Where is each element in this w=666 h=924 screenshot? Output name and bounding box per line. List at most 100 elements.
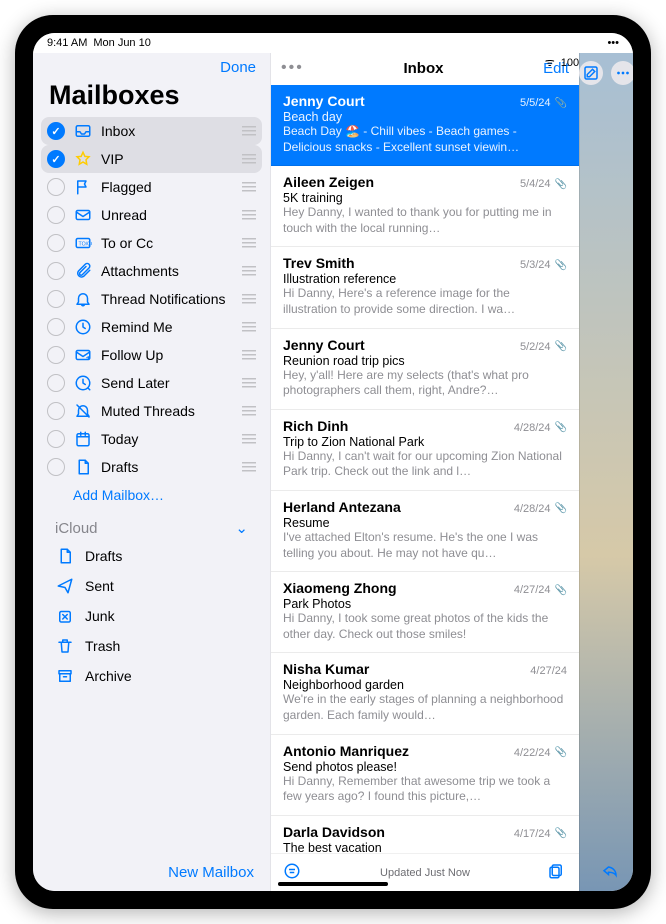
checkbox[interactable] [47,178,65,196]
reorder-handle[interactable] [242,378,256,388]
account-folder-trash[interactable]: Trash [41,631,262,661]
account-folder-drafts[interactable]: Drafts [41,541,262,571]
folder-label: Drafts [85,548,122,564]
account-name[interactable]: iCloud [55,520,98,537]
reply-button[interactable] [601,861,619,884]
message-date: 4/28/24 [514,503,551,515]
mailbox-row-to-or-cc[interactable]: TO/CC To or Cc [41,229,262,257]
envelope-icon [73,206,93,224]
tocc-icon: TO/CC [73,234,93,252]
message-preview: Beach Day 🏖️ - Chill vibes - Beach games… [283,124,567,155]
message-row[interactable]: Xiaomeng Zhong 4/27/24 📎 Park Photos Hi … [271,572,579,653]
message-preview: Hi Danny, I took some great photos of th… [283,611,567,642]
message-sender: Nisha Kumar [283,661,369,677]
message-preview: I've attached Elton's resume. He's the o… [283,530,567,561]
paperclip-icon: 📎 [555,341,567,352]
message-subject: Send photos please! [283,760,567,774]
home-indicator[interactable] [278,882,388,886]
message-preview: Hi Danny, Here's a reference image for t… [283,286,567,317]
multitask-dots-icon[interactable]: ••• [607,37,619,49]
reorder-handle[interactable] [242,350,256,360]
checkbox[interactable] [47,346,65,364]
reorder-handle[interactable] [242,406,256,416]
clock-icon [73,318,93,336]
mailbox-row-vip[interactable]: VIP [41,145,262,173]
reorder-handle[interactable] [242,434,256,444]
wifi-icon: ᯤ [545,55,555,70]
message-sender: Rich Dinh [283,418,348,434]
checkbox[interactable] [47,206,65,224]
mailbox-row-thread-notifications[interactable]: Thread Notifications [41,285,262,313]
checkbox[interactable] [47,234,65,252]
mailbox-label: Thread Notifications [101,291,234,307]
reorder-handle[interactable] [242,294,256,304]
mailbox-row-send-later[interactable]: Send Later [41,369,262,397]
message-row[interactable]: Jenny Court 5/5/24 📎 Beach day Beach Day… [271,85,579,166]
mailbox-row-inbox[interactable]: Inbox [41,117,262,145]
filter-icon[interactable] [283,862,303,883]
reorder-handle[interactable] [242,126,256,136]
clock-arrow-icon [73,374,93,392]
mailbox-row-flagged[interactable]: Flagged [41,173,262,201]
checkbox[interactable] [47,318,65,336]
message-sender: Jenny Court [283,93,365,109]
mute-icon [73,402,93,420]
checkbox[interactable] [47,122,65,140]
message-row[interactable]: Antonio Manriquez 4/22/24 📎 Send photos … [271,735,579,816]
checkbox[interactable] [47,430,65,448]
paperclip-icon: 📎 [555,747,567,758]
mailbox-label: To or Cc [101,235,234,251]
reorder-handle[interactable] [242,322,256,332]
mailbox-row-muted-threads[interactable]: Muted Threads [41,397,262,425]
mailbox-row-remind-me[interactable]: Remind Me [41,313,262,341]
mailbox-label: Drafts [101,459,234,475]
reorder-handle[interactable] [242,182,256,192]
reorder-handle[interactable] [242,210,256,220]
checkbox[interactable] [47,374,65,392]
reorder-handle[interactable] [242,154,256,164]
checkbox[interactable] [47,262,65,280]
message-row[interactable]: Nisha Kumar 4/27/24 Neighborhood garden … [271,653,579,734]
message-row[interactable]: Trev Smith 5/3/24 📎 Illustration referen… [271,247,579,328]
reorder-handle[interactable] [242,238,256,248]
mailbox-row-follow-up[interactable]: Follow Up [41,341,262,369]
message-subject: Park Photos [283,597,567,611]
window-dots-icon[interactable]: ••• [281,59,304,77]
sidebar-title: Mailboxes [33,80,270,117]
checkbox[interactable] [47,290,65,308]
message-date: 5/4/24 [520,178,551,190]
message-row[interactable]: Rich Dinh 4/28/24 📎 Trip to Zion Nationa… [271,410,579,491]
checkbox[interactable] [47,402,65,420]
message-date: 4/27/24 [514,584,551,596]
message-row[interactable]: Herland Antezana 4/28/24 📎 Resume I've a… [271,491,579,572]
checkbox[interactable] [47,150,65,168]
reorder-handle[interactable] [242,266,256,276]
inbox-icon [73,122,93,140]
account-folder-sent[interactable]: Sent [41,571,262,601]
detail-peek [579,53,633,891]
mailbox-row-attachments[interactable]: Attachments [41,257,262,285]
folder-label: Archive [85,668,132,684]
new-mailbox-button[interactable]: New Mailbox [168,864,254,881]
mailbox-row-today[interactable]: Today [41,425,262,453]
account-folder-junk[interactable]: Junk [41,601,262,631]
stack-icon[interactable] [547,862,567,883]
add-mailbox-button[interactable]: Add Mailbox… [41,481,262,509]
reorder-handle[interactable] [242,462,256,472]
compose-button[interactable] [579,61,603,85]
account-folder-archive[interactable]: Archive [41,661,262,691]
more-button[interactable] [611,61,634,85]
message-row[interactable]: Aileen Zeigen 5/4/24 📎 5K training Hey D… [271,166,579,247]
done-button[interactable]: Done [220,59,256,76]
chevron-down-icon[interactable]: ⌄ [235,519,248,537]
mailbox-row-unread[interactable]: Unread [41,201,262,229]
flag-icon [73,178,93,196]
checkbox[interactable] [47,458,65,476]
message-row[interactable]: Jenny Court 5/2/24 📎 Reunion road trip p… [271,329,579,410]
message-sender: Antonio Manriquez [283,743,409,759]
mailbox-row-drafts[interactable]: Drafts [41,453,262,481]
message-row[interactable]: Darla Davidson 4/17/24 📎 The best vacati… [271,816,579,853]
status-date: Mon Jun 10 [93,37,150,49]
trash-icon [55,637,75,655]
doc-icon [73,458,93,476]
